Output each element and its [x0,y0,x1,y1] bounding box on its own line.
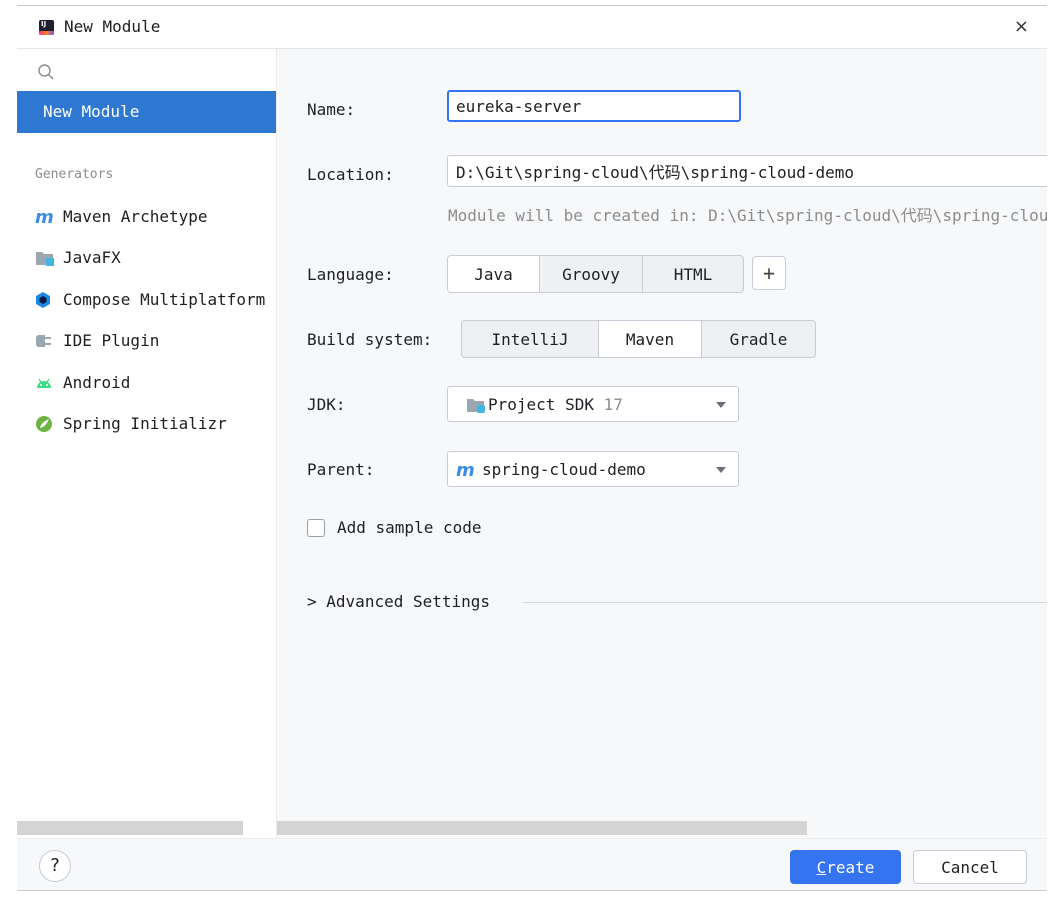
android-icon [35,374,55,392]
build-option-maven[interactable]: Maven [599,321,702,357]
new-module-dialog: IJ New Module × New Module Generators m … [17,5,1047,891]
jdk-dropdown[interactable]: Project SDK 17 [447,386,739,422]
add-sample-code-label: Add sample code [337,518,482,537]
separator [523,602,1047,603]
advanced-settings-toggle[interactable]: > Advanced Settings [307,592,490,611]
generator-compose-multiplatform[interactable]: Compose Multiplatform [35,289,276,309]
dialog-title: New Module [64,17,161,36]
sidebar-item-label: New Module [43,102,140,121]
build-system-label: Build system: [307,330,433,349]
advanced-settings-label: Advanced Settings [326,592,491,611]
language-option-html[interactable]: HTML [643,256,743,292]
language-label: Language: [307,265,394,284]
sdk-folder-icon [467,399,485,413]
build-option-intellij[interactable]: IntelliJ [462,321,599,357]
svg-text:m: m [35,208,54,226]
close-icon[interactable]: × [1014,16,1029,37]
location-label: Location: [307,165,394,184]
module-form: Name: Location: Module will be created i… [277,49,1047,838]
spring-icon [35,415,55,433]
generators-header: Generators [35,167,114,182]
intellij-icon: IJ [39,20,54,35]
folder-icon [35,249,55,267]
compose-icon [35,291,55,309]
parent-label: Parent: [307,460,375,479]
chevron-down-icon [716,467,726,473]
name-field[interactable] [447,90,741,122]
sidebar-scrollbar[interactable] [17,821,243,835]
content-scrollbar[interactable] [277,821,807,835]
parent-dropdown[interactable]: m spring-cloud-demo [447,451,739,487]
jdk-value: Project SDK 17 [488,395,623,414]
help-button[interactable]: ? [39,850,71,882]
jdk-label: JDK: [307,395,346,414]
cancel-button[interactable]: Cancel [913,850,1027,884]
create-button[interactable]: Create [790,850,901,884]
name-label: Name: [307,100,356,119]
location-hint: Module will be created in: D:\Git\spring… [448,206,1047,225]
language-option-java[interactable]: Java [448,256,540,292]
generator-ide-plugin[interactable]: IDE Plugin [35,330,276,350]
generator-javafx[interactable]: JavaFX [35,247,276,267]
chevron-right-icon: > [307,592,317,611]
location-field[interactable] [447,155,1047,187]
language-selector: Java Groovy HTML [447,255,744,293]
maven-icon: m [35,207,55,227]
generator-spring-initializr[interactable]: Spring Initializr [35,413,276,433]
add-language-button[interactable]: + [752,256,786,290]
build-option-gradle[interactable]: Gradle [702,321,815,357]
parent-value: spring-cloud-demo [482,460,646,479]
plugin-icon [35,332,55,350]
chevron-down-icon [716,402,726,408]
search-icon[interactable] [37,63,55,81]
add-sample-code-checkbox[interactable] [307,519,325,537]
sidebar-item-new-module[interactable]: New Module [17,91,276,133]
generator-android[interactable]: Android [35,372,276,392]
build-system-selector: IntelliJ Maven Gradle [461,320,816,358]
sidebar: New Module Generators m Maven Archetype … [17,49,277,838]
maven-icon: m [456,461,475,479]
dialog-footer: ? Create Cancel [17,838,1047,890]
language-option-groovy[interactable]: Groovy [540,256,643,292]
generator-maven-archetype[interactable]: m Maven Archetype [35,206,276,227]
svg-text:m: m [456,461,475,479]
title-bar: IJ New Module × [17,6,1047,49]
